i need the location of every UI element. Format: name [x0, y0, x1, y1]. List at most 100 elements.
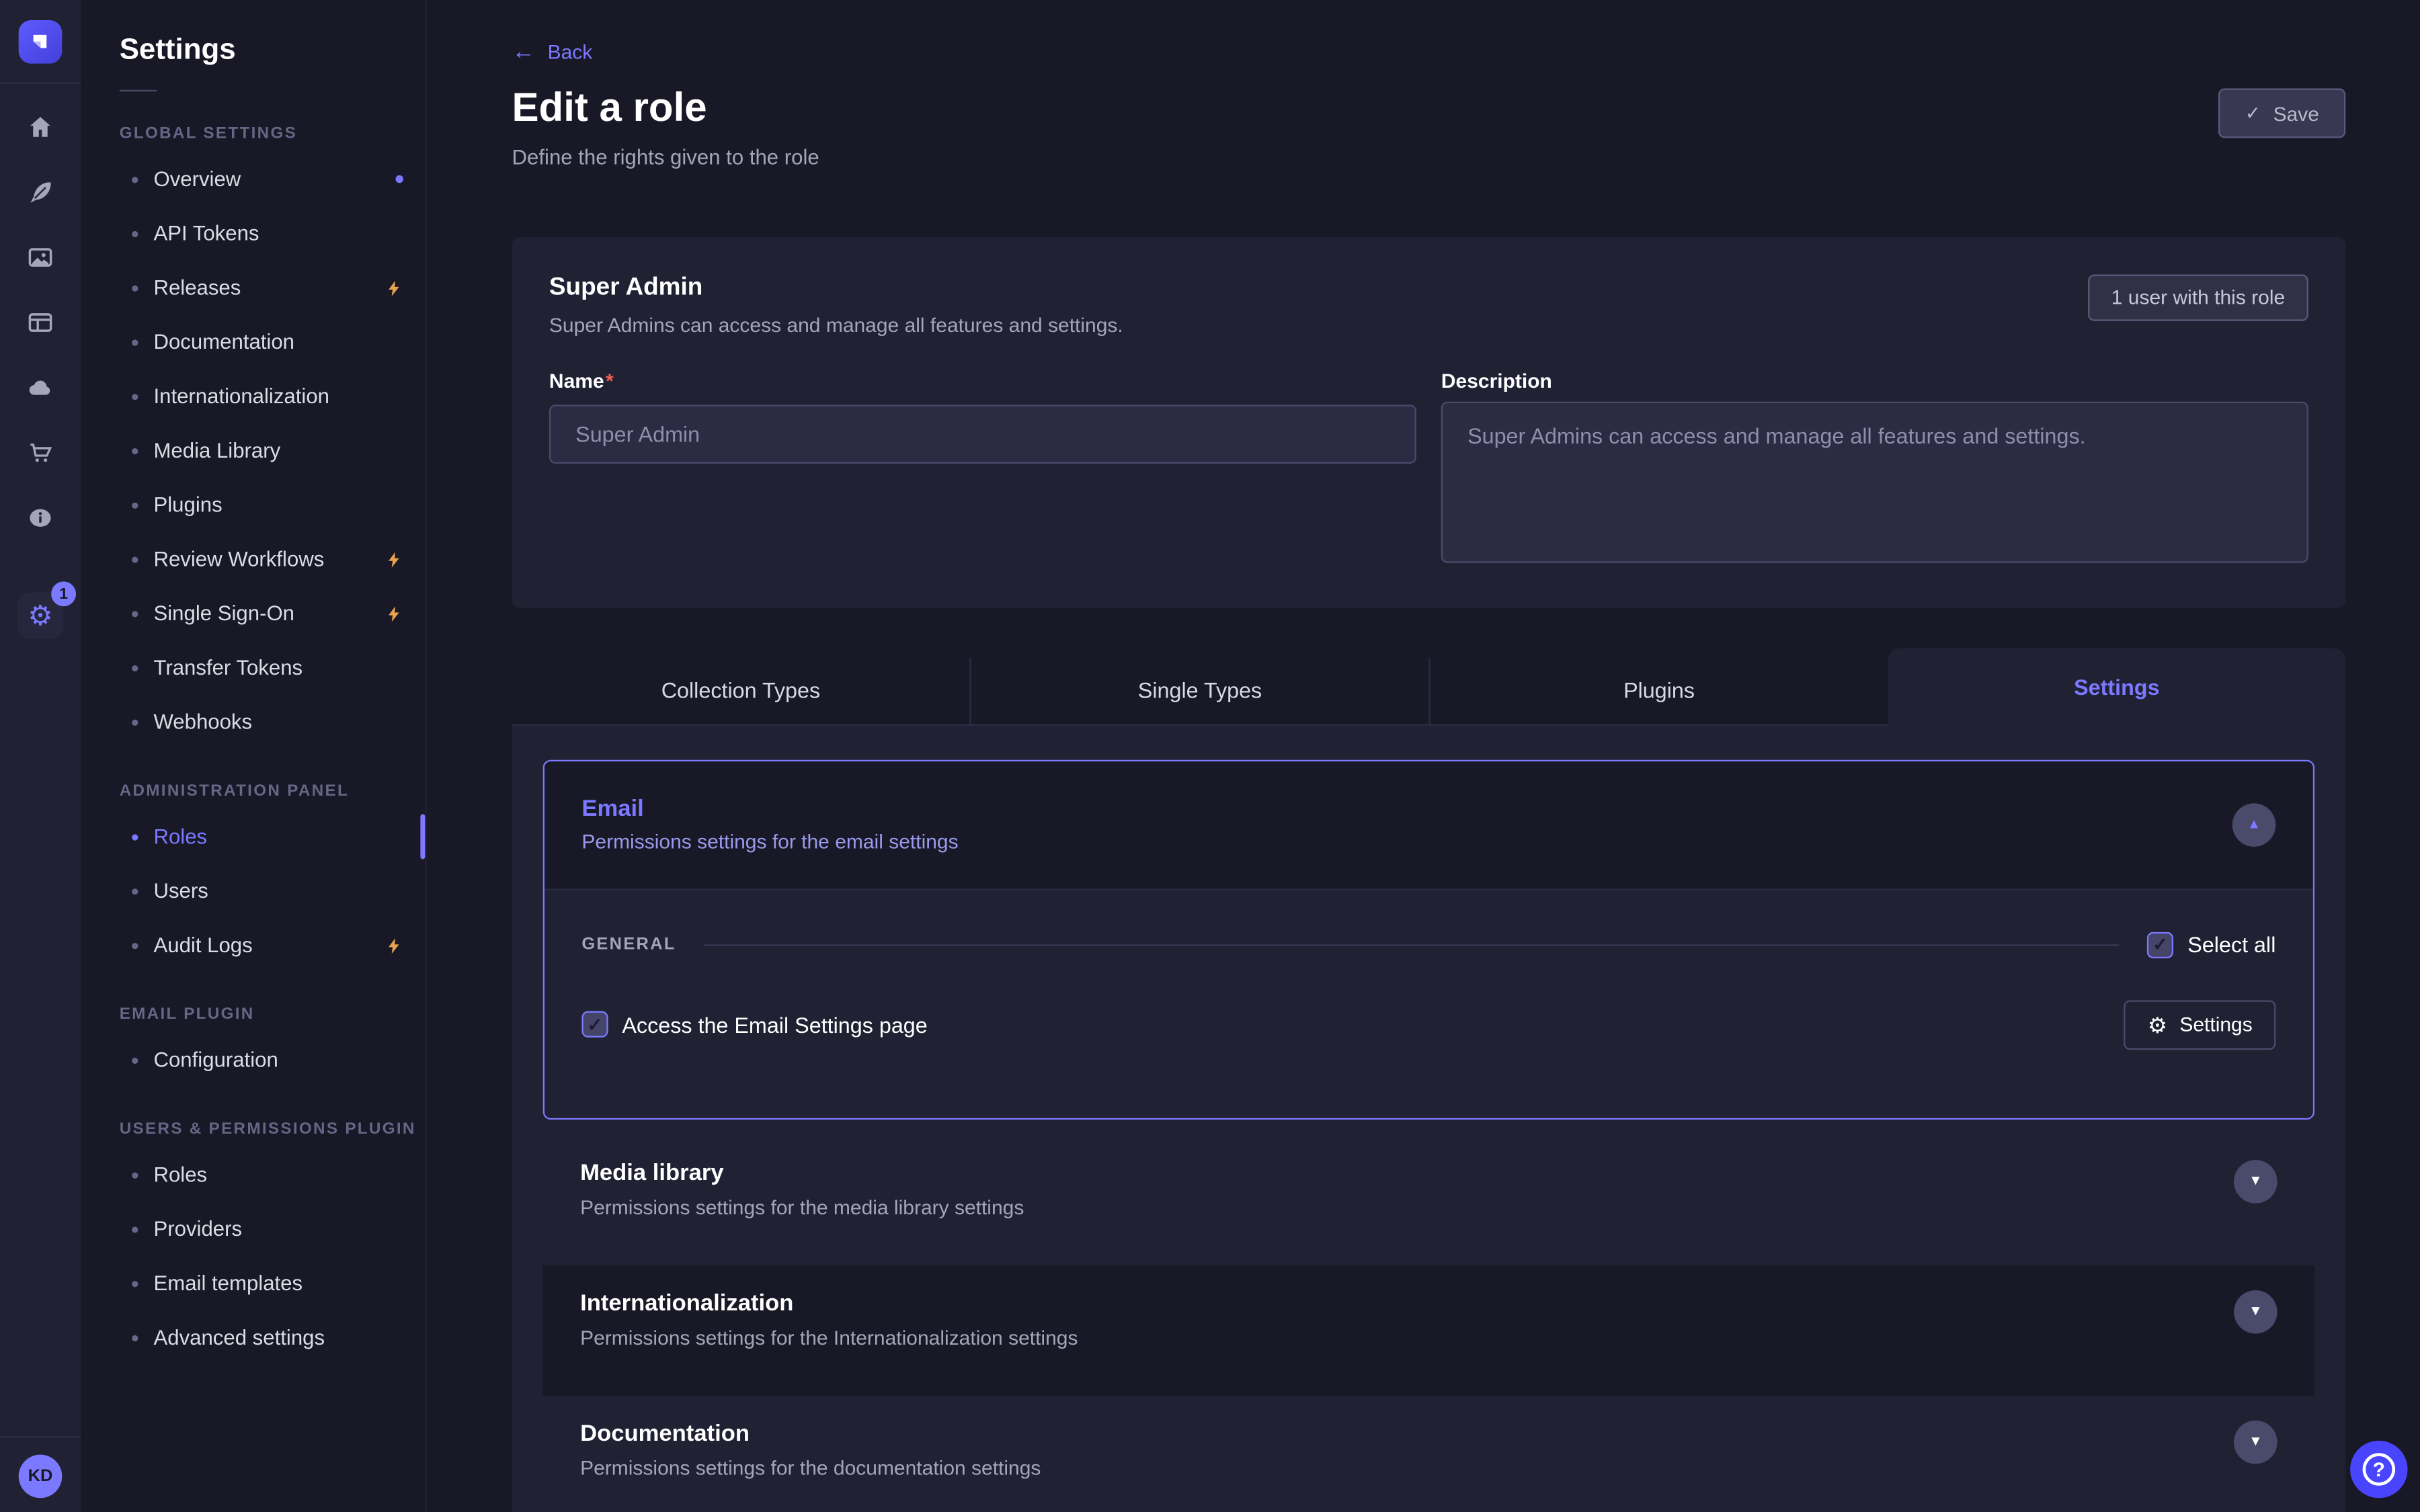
users-with-role-button[interactable]: 1 user with this role — [2088, 274, 2308, 321]
lightning-icon — [385, 278, 403, 297]
gear-icon: ⚙ — [2148, 1014, 2167, 1036]
sidebar-item-transfer-tokens[interactable]: Transfer Tokens — [81, 640, 425, 695]
sidebar-item-webhooks[interactable]: Webhooks — [81, 695, 425, 749]
lightning-icon — [385, 550, 403, 569]
tab-plugins[interactable]: Plugins — [1428, 657, 1888, 726]
bullet-icon — [132, 1057, 138, 1063]
select-all-checkbox[interactable]: ✓ — [2147, 932, 2173, 958]
expand-button[interactable]: ▼ — [2234, 1290, 2277, 1334]
sidebar-item-audit-logs[interactable]: Audit Logs — [81, 918, 425, 972]
name-label: Name* — [549, 369, 1416, 392]
accordion-email-expanded: Email Permissions settings for the email… — [543, 760, 2314, 1120]
accordion-title: Internationalization — [580, 1290, 1078, 1316]
expand-button[interactable]: ▼ — [2234, 1160, 2277, 1204]
sidebar-item-api-tokens[interactable]: API Tokens — [81, 206, 425, 261]
bullet-icon — [132, 610, 138, 616]
brand-logo-section — [0, 0, 81, 84]
bullet-icon — [132, 942, 138, 948]
info-icon[interactable] — [26, 504, 54, 532]
permissions-tabs: Collection Types Single Types Plugins Se… — [512, 648, 2346, 725]
sidebar-item-up-roles[interactable]: Roles — [81, 1148, 425, 1202]
tab-collection-types[interactable]: Collection Types — [512, 657, 970, 726]
role-name-heading: Super Admin — [549, 274, 1123, 302]
group-label: GENERAL — [581, 935, 676, 954]
accordion-subtitle: Permissions settings for the documentati… — [580, 1456, 1041, 1480]
sidebar-item-releases[interactable]: Releases — [81, 261, 425, 315]
email-settings-access-checkbox[interactable]: ✓ — [581, 1012, 608, 1038]
save-button[interactable]: ✓ Save — [2219, 89, 2346, 138]
role-details-card: Super Admin Super Admins can access and … — [512, 237, 2346, 608]
home-icon[interactable] — [26, 113, 54, 141]
content-type-builder-icon[interactable] — [26, 308, 54, 337]
help-button[interactable]: ? — [2350, 1441, 2407, 1498]
sidebar-item-plugins[interactable]: Plugins — [81, 478, 425, 532]
bullet-icon — [132, 284, 138, 290]
nav-section-users-permissions-plugin: USERS & PERMISSIONS PLUGIN — [81, 1120, 425, 1138]
accordion-documentation[interactable]: Documentation Permissions settings for t… — [543, 1396, 2314, 1512]
collapse-button[interactable]: ▲ — [2232, 803, 2276, 847]
strapi-logo[interactable] — [19, 19, 63, 63]
bullet-icon — [132, 556, 138, 562]
sidebar-item-documentation[interactable]: Documentation — [81, 314, 425, 369]
sidebar-item-media-library[interactable]: Media Library — [81, 423, 425, 478]
bullet-icon — [132, 1280, 138, 1286]
strapi-logo-icon — [28, 29, 53, 54]
media-library-icon[interactable] — [26, 243, 54, 271]
bullet-icon — [132, 719, 138, 725]
bullet-icon — [132, 833, 138, 839]
sidebar-item-overview[interactable]: Overview — [81, 152, 425, 206]
permission-settings-button[interactable]: ⚙ Settings — [2124, 1000, 2275, 1050]
content-manager-feather-icon[interactable] — [26, 178, 54, 206]
accordion-internationalization[interactable]: Internationalization Permissions setting… — [543, 1265, 2314, 1396]
tab-single-types[interactable]: Single Types — [969, 657, 1428, 726]
accordion-title: Media library — [580, 1160, 1024, 1186]
accordion-media-library[interactable]: Media library Permissions settings for t… — [543, 1135, 2314, 1265]
page-subtitle: Define the rights given to the role — [512, 146, 819, 169]
accordion-subtitle: Permissions settings for the email setti… — [581, 831, 958, 854]
bullet-icon — [132, 1226, 138, 1232]
sidebar-item-users[interactable]: Users — [81, 864, 425, 918]
sidebar-item-roles-active[interactable]: Roles — [81, 810, 425, 864]
sidebar-item-review-workflows[interactable]: Review Workflows — [81, 532, 425, 587]
bullet-icon — [132, 339, 138, 345]
sidebar-item-providers[interactable]: Providers — [81, 1202, 425, 1256]
description-label: Description — [1441, 369, 2308, 392]
sidebar-item-configuration[interactable]: Configuration — [81, 1033, 425, 1087]
bullet-icon — [132, 448, 138, 454]
back-link[interactable]: ← Back — [512, 0, 593, 64]
chevron-up-icon: ▲ — [2247, 818, 2261, 832]
nav-section-administration-panel: ADMINISTRATION PANEL — [81, 782, 425, 800]
page-title: Edit a role — [512, 85, 819, 132]
bullet-icon — [132, 393, 138, 399]
tab-settings[interactable]: Settings — [1888, 648, 2345, 725]
accordion-email-body: GENERAL ✓ Select all ✓ Access the Email … — [544, 888, 2313, 1118]
bullet-icon — [132, 176, 138, 182]
nav-section-email-plugin: EMAIL PLUGIN — [81, 1005, 425, 1023]
user-avatar[interactable]: KD — [19, 1455, 63, 1499]
question-mark-icon: ? — [2363, 1453, 2395, 1485]
main-content: ← Back Edit a role Define the rights giv… — [427, 0, 2420, 1512]
main-nav-rail: ⚙ 1 KD — [0, 0, 81, 1512]
sidebar-item-advanced-settings[interactable]: Advanced settings — [81, 1310, 425, 1365]
subnav-divider — [120, 90, 157, 91]
marketplace-cart-icon[interactable] — [26, 439, 54, 467]
accordion-title: Documentation — [580, 1421, 1041, 1447]
check-icon: ✓ — [2245, 102, 2261, 124]
accordion-email-header[interactable]: Email Permissions settings for the email… — [544, 761, 2313, 888]
settings-tab-panel: Email Permissions settings for the email… — [512, 726, 2346, 1512]
sidebar-item-single-sign-on[interactable]: Single Sign-On — [81, 586, 425, 640]
accordion-title: Email — [581, 796, 958, 823]
lightning-icon — [385, 604, 403, 623]
lightning-icon — [385, 936, 403, 955]
role-name-input[interactable] — [549, 405, 1416, 464]
role-description-text: Super Admins can access and manage all f… — [549, 313, 1123, 337]
expand-button[interactable]: ▼ — [2234, 1421, 2277, 1464]
bullet-icon — [132, 502, 138, 508]
sidebar-item-internationalization[interactable]: Internationalization — [81, 369, 425, 423]
sidebar-item-email-templates[interactable]: Email templates — [81, 1256, 425, 1310]
settings-gear-icon-active[interactable]: ⚙ 1 — [17, 593, 63, 639]
description-field-group: Description Super Admins can access and … — [1441, 369, 2308, 571]
role-description-textarea[interactable]: Super Admins can access and manage all f… — [1441, 401, 2308, 562]
deploy-cloud-icon[interactable] — [26, 374, 54, 402]
bullet-icon — [132, 888, 138, 894]
